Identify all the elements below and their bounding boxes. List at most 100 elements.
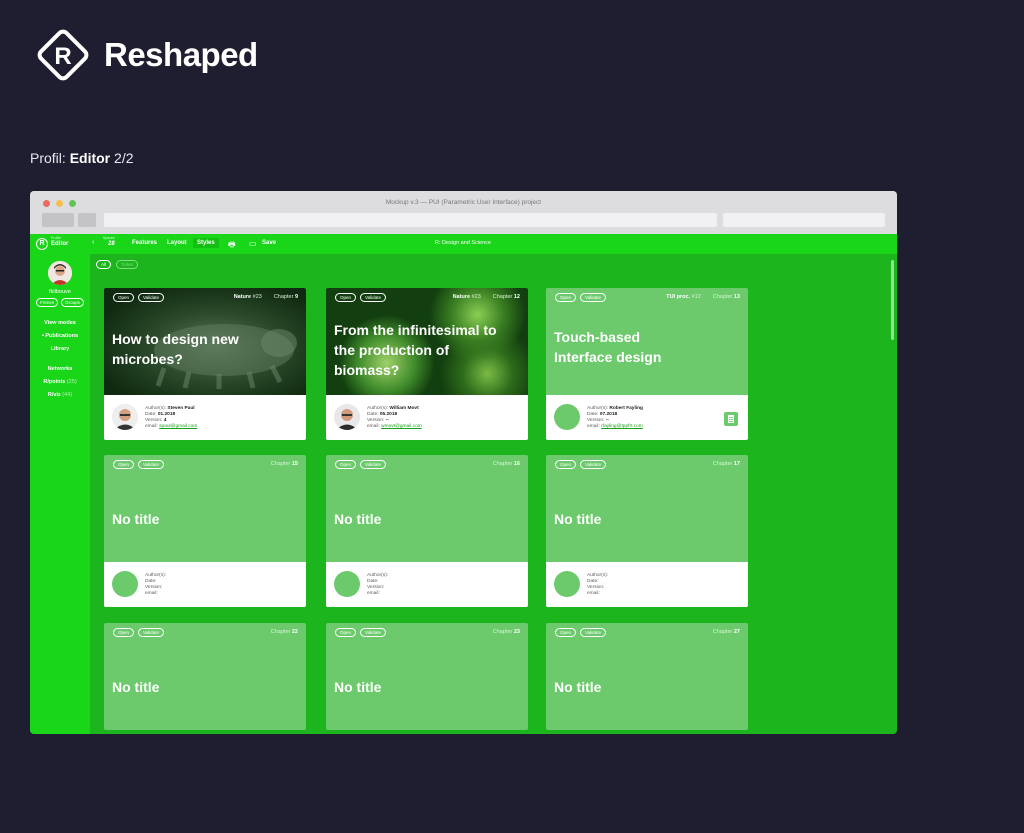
tab-features[interactable]: Features [132,240,157,246]
sidebar-item-view-modes[interactable]: View modes [30,320,90,326]
sidebar-item-publications[interactable]: Publications [30,333,90,339]
author-avatar-placeholder [334,571,360,597]
card-meta: Author(s): Robert Fayling Date: 07.2018 … [587,406,643,429]
open-button[interactable]: Open [335,293,357,302]
scrollbar[interactable] [891,260,894,340]
open-button[interactable]: Open [555,293,577,302]
publication-title: R: Design and Science [435,240,491,246]
card-meta: Author(s): Date: Version: email: [367,573,389,596]
card-meta: Author(s): Steven Paul Date: 01.2018 Ver… [145,406,198,429]
user-name: fkilbouve [49,289,71,295]
browser-window: Mockup v.3 — PUI (Parametric User Interf… [30,191,897,734]
open-button[interactable]: Open [555,460,577,469]
address-bar[interactable] [104,213,717,227]
card-source: Nature #23 Chapter 9 [233,294,298,300]
card-footer: Author(s): Robert Fayling Date: 07.2018 … [546,395,748,440]
points-label: R/points [43,379,66,385]
window-title: Mockup v.3 — PUI (Parametric User Interf… [385,199,542,206]
card-title: From the infinitesimal to the production… [334,322,497,378]
viz-count: (44) [62,392,73,398]
open-button[interactable]: Open [113,460,135,469]
svg-text:R: R [54,43,71,70]
open-button[interactable]: Open [555,628,577,637]
viz-label: R/viz [47,392,61,398]
avatar[interactable] [48,261,72,285]
document-icon[interactable] [724,412,738,426]
validate-button[interactable]: Validate [360,293,386,302]
app-logo-icon[interactable]: R [36,238,48,250]
card-meta: Author(s): Date: Version: email: [145,573,167,596]
profile-caption: Profile [51,236,61,240]
sidebar-item-viz[interactable]: R/viz (44) [30,392,90,398]
chevron-left-icon[interactable]: ‹ [92,239,94,246]
tab-layout[interactable]: Layout [167,240,187,246]
validate-button[interactable]: Validate [580,628,606,637]
open-button[interactable]: Open [113,293,135,302]
open-button[interactable]: Open [335,628,357,637]
profil-heading: Profil: Editor 2/2 [30,150,134,166]
publication-card[interactable]: Open Validate Nature #23 Chapter 12 From … [326,288,528,440]
publication-card[interactable]: Open Validate Chapter 15 No title Author… [104,455,306,607]
publication-card[interactable]: Open Validate Chapter 27 No title [546,623,748,730]
validate-button[interactable]: Validate [360,460,386,469]
frenes-pill[interactable]: Frenes [36,298,59,307]
brand-name: Reshaped [104,36,258,73]
author-email-link[interactable]: spaul@gmail.com [159,424,197,429]
save-icon[interactable]: ▭ [249,239,257,248]
validate-button[interactable]: Validate [138,460,164,469]
open-button[interactable]: Open [113,628,135,637]
points-count: (25) [66,379,77,385]
spaces-count[interactable]: 28 [108,241,115,247]
groups-pill[interactable]: Groups [61,298,84,307]
author-email-link[interactable]: rfayling@tppfrt.com [601,424,643,429]
publication-card[interactable]: Open Validate Chapter 16 No title Author… [326,455,528,607]
card-title: No title [334,679,382,695]
validate-button[interactable]: Validate [360,628,386,637]
publication-card[interactable]: Open Validate Chapter 17 No title Author… [546,455,748,607]
card-title: No title [554,679,602,695]
card-source: Chapter 23 [492,629,520,635]
profil-prefix: Profil: [30,150,66,166]
validate-button[interactable]: Validate [138,293,164,302]
window-titlebar: Mockup v.3 — PUI (Parametric User Interf… [30,191,897,234]
validate-button[interactable]: Validate [580,460,606,469]
browser-search-bar[interactable] [723,213,885,227]
sidebar-item-networks[interactable]: Networks [30,366,90,372]
filter-ticket[interactable]: Ticket [116,260,138,269]
sidebar-item-points[interactable]: R/points (25) [30,379,90,385]
validate-button[interactable]: Validate [580,293,606,302]
tab-styles[interactable]: Styles [193,238,219,248]
profil-role: Editor [69,150,111,166]
card-footer: Author(s): Steven Paul Date: 01.2018 Ver… [104,395,306,440]
card-meta: Author(s): Date: Version: email: [587,573,609,596]
card-source: Chapter 15 [270,461,298,467]
card-footer: Author(s): Date: Version: email: [104,562,306,607]
filter-all[interactable]: All [96,260,112,269]
print-icon[interactable]: 🖶 [228,239,236,253]
card-source: Nature #23 Chapter 12 [452,294,520,300]
back-button[interactable] [42,213,74,227]
profile-switcher[interactable]: Editor [51,241,68,247]
card-footer: Author(s): William Movt Date: 05.2018 Ve… [326,395,528,440]
validate-button[interactable]: Validate [138,628,164,637]
card-title: No title [112,511,160,527]
author-avatar-placeholder [554,404,580,430]
open-button[interactable]: Open [335,460,357,469]
card-source: Chapter 16 [492,461,520,467]
publication-card[interactable]: Open Validate Chapter 22 No title [104,623,306,730]
card-title: No title [334,511,382,527]
publication-card[interactable]: Open Validate Nature #23 Chapter 9 How to… [104,288,306,440]
card-title: No title [554,511,602,527]
publication-card[interactable]: Open Validate TUI proc. #12 Chapter 13 To… [546,288,748,440]
card-title: How to design new microbes? [112,331,239,367]
card-cover-image: Open Validate Nature #23 Chapter 9 How to… [104,288,306,395]
publication-card[interactable]: Open Validate Chapter 23 No title [326,623,528,730]
save-button[interactable]: Save [262,240,276,246]
author-avatar-placeholder [554,571,580,597]
author-avatar [112,404,138,430]
card-meta: Author(s): William Movt Date: 05.2018 Ve… [367,406,422,429]
forward-button[interactable] [78,213,96,227]
card-title: No title [112,679,160,695]
author-email-link[interactable]: wmovt@gmail.com [381,424,422,429]
card-source: Chapter 27 [712,629,740,635]
